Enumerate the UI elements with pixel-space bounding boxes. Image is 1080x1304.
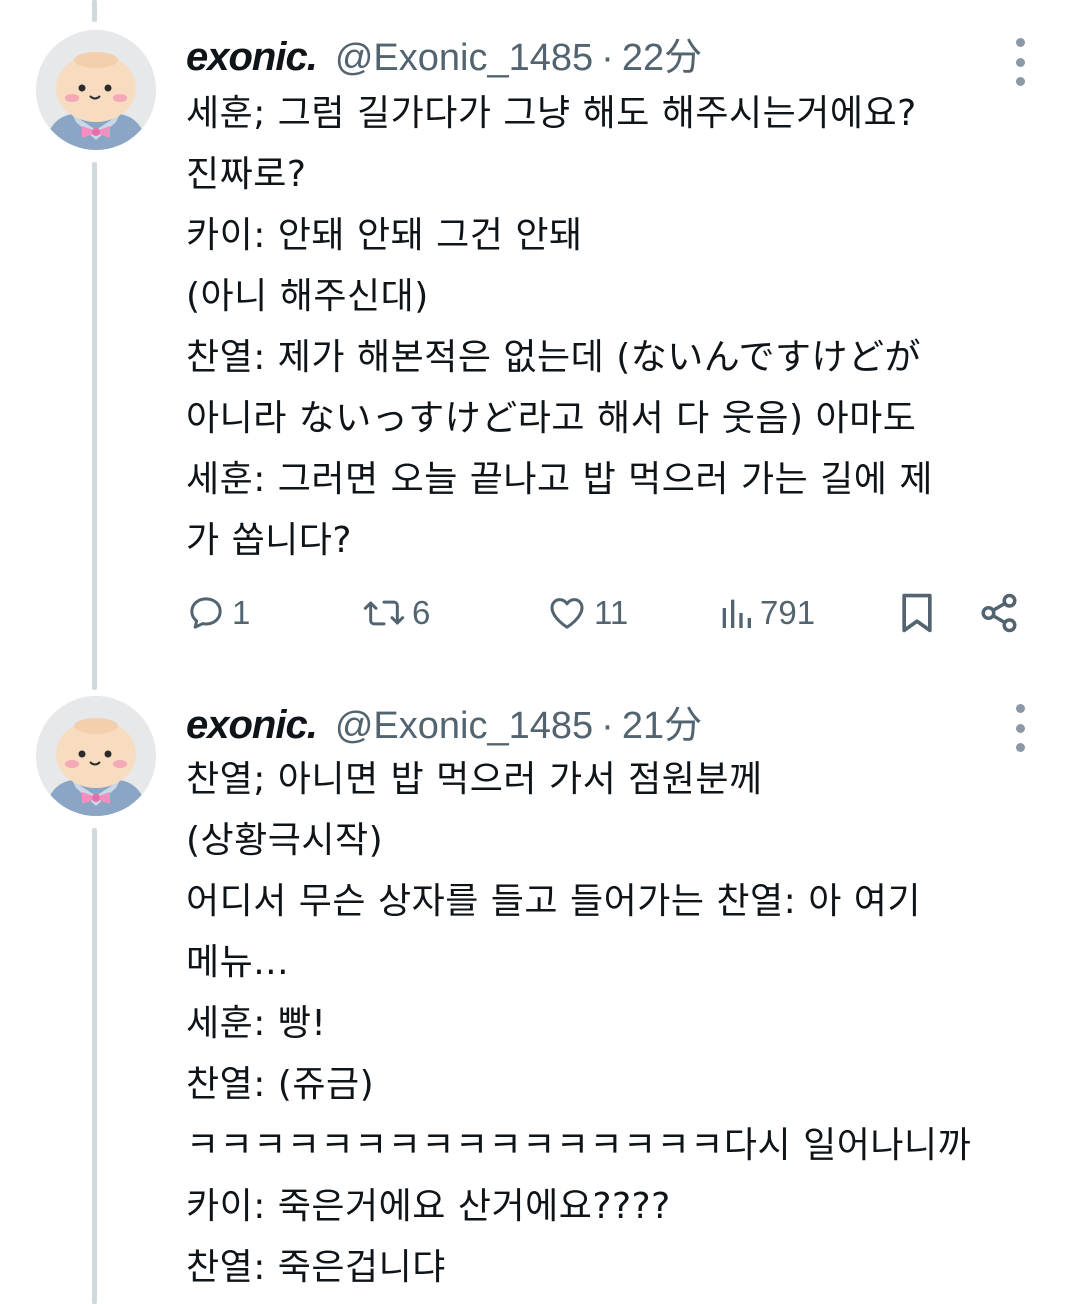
tweet-line: 세훈: 빵! [186, 1003, 327, 1044]
reply-button[interactable]: 1 [186, 583, 250, 643]
tweet-line: 세훈: 그러면 오늘 끝나고 밥 먹으러 가는 길에 제 [186, 459, 933, 500]
retweet-icon [363, 600, 405, 626]
tweet-line: 찬열; 아니면 밥 먹으러 가서 점원분께 [186, 759, 763, 800]
tweet-line: ㅋㅋㅋㅋㅋㅋㅋㅋㅋㅋㅋㅋㅋㅋㅋㅋ다시 일어나니까 [186, 1125, 972, 1166]
more-icon[interactable] [1008, 38, 1032, 86]
tweet-line: 가 쏩니다? [186, 520, 353, 561]
more-icon[interactable] [1008, 704, 1032, 752]
tweet-line: 세훈; 그럼 길가다가 그냥 해도 해주시는거에요? [186, 93, 917, 134]
tweet-line: 찬열: 제가 해본적은 없는데 (ないんですけどが [186, 337, 921, 378]
tweet-line: 아니라 ないっすけど라고 해서 다 웃음) 아마도 [186, 398, 917, 439]
tweet[interactable]: exonic. @Exonic_1485 · 22分 세훈; 그럼 길가다가 그… [0, 0, 1080, 660]
tweet-line: 찬열: 죽은겁니댜 [186, 1247, 446, 1288]
reply-icon [190, 597, 222, 629]
tweet-line: 어디서 무슨 상자를 들고 들어가는 찬열: 아 여기 [186, 881, 922, 922]
tweet-line: 진짜로? [186, 154, 307, 195]
tweet-line: 메뉴... [186, 942, 290, 983]
timestamp[interactable]: 21分 [622, 694, 702, 749]
views-button[interactable]: 791 [718, 583, 815, 643]
views-count: 791 [760, 594, 816, 631]
user-handle[interactable]: @Exonic_1485 [335, 705, 593, 748]
heart-icon [550, 598, 584, 629]
display-name[interactable]: exonic. [186, 703, 318, 748]
bookmark-button[interactable] [898, 583, 936, 643]
like-count: 11 [594, 594, 629, 631]
tweet-text: 찬열; 아니면 밥 먹으러 가서 점원분께 (상황극시작) 어디서 무슨 상자를… [186, 749, 1046, 1298]
retweet-button[interactable]: 6 [362, 583, 430, 643]
tweet-line: (상황극시작) [186, 820, 384, 861]
avatar[interactable] [36, 30, 156, 150]
tweet-header: exonic. @Exonic_1485 · 21分 [186, 694, 702, 749]
separator-dot: · [601, 37, 614, 79]
tweet-header: exonic. @Exonic_1485 · 22分 [186, 26, 702, 81]
tweet-text: 세훈; 그럼 길가다가 그냥 해도 해주시는거에요? 진짜로? 카이: 안돼 안… [186, 83, 1046, 571]
avatar[interactable] [36, 696, 156, 816]
separator-dot: · [601, 705, 614, 747]
bookmark-icon [902, 593, 932, 633]
user-handle[interactable]: @Exonic_1485 [335, 37, 593, 80]
tweet-line: 찬열: (쥬금) [186, 1064, 375, 1105]
like-button[interactable]: 11 [546, 583, 628, 643]
tweet-line: 카이: 죽은거에요 산거에요???? [186, 1186, 671, 1227]
display-name[interactable]: exonic. [186, 35, 318, 80]
retweet-count: 6 [412, 594, 431, 631]
views-icon [722, 599, 751, 628]
reply-count: 1 [232, 594, 251, 631]
timestamp[interactable]: 22分 [622, 26, 702, 81]
tweet-line: (아니 해주신대) [186, 276, 429, 317]
share-icon [981, 593, 1017, 633]
share-button[interactable] [978, 583, 1020, 643]
tweet-actions: 1 6 11 791 [186, 583, 1036, 643]
tweet[interactable]: exonic. @Exonic_1485 · 21分 찬열; 아니면 밥 먹으러… [0, 668, 1080, 1304]
tweet-line: 카이: 안돼 안돼 그건 안돼 [186, 215, 583, 256]
